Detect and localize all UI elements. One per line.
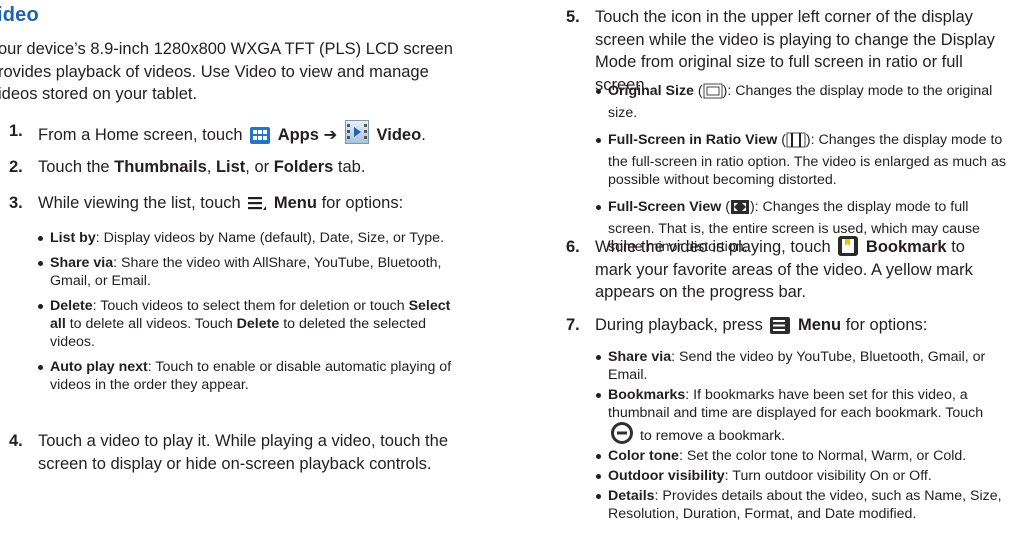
paren: ( — [721, 199, 730, 215]
step-number: 2. — [9, 158, 23, 176]
option-text: : Turn outdoor visibility On or Off. — [724, 468, 932, 484]
menu-icon — [248, 196, 267, 210]
list-tab-label: List — [215, 158, 246, 176]
option-text: to remove a bookmark. — [636, 428, 786, 444]
video-app-icon — [344, 120, 369, 144]
option-term: Outdoor visibility — [608, 468, 725, 484]
list-item: Share via: Share the video with AllShare… — [38, 254, 470, 290]
option-text: : Touch videos to select them for deleti… — [92, 298, 409, 314]
list-item: Bookmarks: If bookmarks have been set fo… — [596, 386, 1013, 445]
step-3: 3. While viewing the list, touch Menu fo… — [9, 192, 469, 216]
list-item: Share via: Send the video by YouTube, Bl… — [596, 348, 1013, 384]
bookmark-icon — [838, 236, 859, 256]
option-term: Original Size — [608, 83, 694, 99]
step-2-pre: Touch the — [38, 158, 110, 176]
step-text: Touch the Thumbnails, List, or Folders t… — [38, 156, 469, 179]
folders-tab-label: Folders — [273, 158, 334, 176]
list-item: Details: Provides details about the vide… — [596, 487, 1013, 523]
option-text: : Set the color tone to Normal, Warm, or… — [678, 448, 967, 464]
step-number: 3. — [9, 194, 23, 212]
option-term: Full-Screen View — [608, 199, 722, 215]
list-item: Outdoor visibility: Turn outdoor visibil… — [596, 467, 1013, 485]
step-6: 6. While the video is playing, touch Boo… — [566, 236, 1006, 306]
menu-label: Menu — [273, 194, 317, 212]
apps-icon — [250, 127, 271, 144]
step-1-pre: From a Home screen, touch — [38, 126, 243, 144]
paren: ( — [693, 83, 703, 99]
step-text: During playback, press Menu for options: — [595, 314, 1006, 337]
step-5-options: Original Size (): Changes the display mo… — [596, 82, 1013, 256]
step-4: 4. Touch a video to play it. While playi… — [9, 430, 469, 478]
step-number: 1. — [9, 122, 23, 140]
thumbnails-tab-label: Thumbnails — [114, 158, 207, 176]
step-3-options: List by: Display videos by Name (default… — [38, 229, 470, 394]
list-item: Auto play next: Touch to enable or disab… — [38, 358, 470, 394]
option-term: Delete — [50, 298, 93, 314]
list-item: Full-Screen in Ratio View (): Changes th… — [596, 131, 1013, 189]
separator: , or — [245, 158, 270, 176]
full-screen-icon — [730, 199, 750, 220]
option-term: Bookmarks — [608, 387, 686, 403]
list-item: Original Size (): Changes the display mo… — [596, 82, 1013, 122]
step-2: 2. Touch the Thumbnails, List, or Folder… — [9, 156, 469, 180]
list-item: Color tone: Set the color tone to Normal… — [596, 447, 1013, 465]
option-term: Delete — [236, 316, 280, 332]
option-term: Full-Screen in Ratio View — [608, 132, 778, 148]
step-number: 5. — [566, 8, 580, 26]
list-item: List by: Display videos by Name (default… — [38, 229, 470, 247]
option-term: Share via — [608, 349, 672, 365]
apps-label: Apps — [277, 126, 319, 144]
step-5: 5. Touch the icon in the upper left corn… — [566, 6, 1006, 94]
section-heading: ideo — [0, 4, 39, 26]
step-number: 4. — [9, 432, 23, 450]
menu-label: Menu — [798, 316, 842, 334]
step-3-end: for options: — [321, 194, 404, 212]
option-text: : Display videos by Name (default), Date… — [95, 230, 445, 246]
bookmark-label: Bookmark — [865, 238, 947, 256]
option-text: : Provides details about the video, such… — [608, 488, 1002, 522]
arrow-glyph: ➔ — [323, 126, 338, 144]
step-3-pre: While viewing the list, touch — [38, 194, 241, 212]
list-item: Delete: Touch videos to select them for … — [38, 297, 470, 351]
option-term: Auto play next — [50, 359, 148, 375]
step-2-end: tab. — [337, 158, 366, 176]
option-term: Details — [608, 488, 655, 504]
step-7: 7. During playback, press Menu for optio… — [566, 314, 1006, 338]
step-number: 7. — [566, 316, 580, 334]
step-number: 6. — [566, 238, 580, 256]
option-text: to delete all videos. Touch — [65, 316, 237, 332]
option-term: List by — [50, 230, 96, 246]
paren: ( — [777, 132, 786, 148]
menu-key-icon — [770, 317, 791, 334]
option-term: Share via — [50, 255, 114, 271]
step-7-pre: During playback, press — [595, 316, 763, 334]
video-label: Video — [376, 126, 422, 144]
step-text: Touch a video to play it. While playing … — [38, 432, 448, 473]
separator: , — [206, 158, 212, 176]
step-text: While the video is playing, touch Bookma… — [595, 236, 1006, 304]
step-1-end: . — [421, 126, 426, 144]
full-screen-ratio-icon — [786, 132, 806, 153]
step-6-pre: While the video is playing, touch — [595, 238, 831, 256]
step-7-end: for options: — [845, 316, 928, 334]
step-text: While viewing the list, touch Menu for o… — [38, 192, 469, 215]
step-text: From a Home screen, touch Apps ➔ Video. — [38, 120, 469, 147]
step-1: 1. From a Home screen, touch Apps ➔ Vide… — [9, 120, 469, 144]
intro-paragraph: our device’s 8.9-inch 1280x800 WXGA TFT … — [0, 40, 453, 103]
step-7-options: Share via: Send the video by YouTube, Bl… — [596, 348, 1013, 523]
original-size-icon — [703, 83, 723, 104]
remove-bookmark-icon — [611, 422, 633, 444]
option-term: Color tone — [608, 448, 679, 464]
